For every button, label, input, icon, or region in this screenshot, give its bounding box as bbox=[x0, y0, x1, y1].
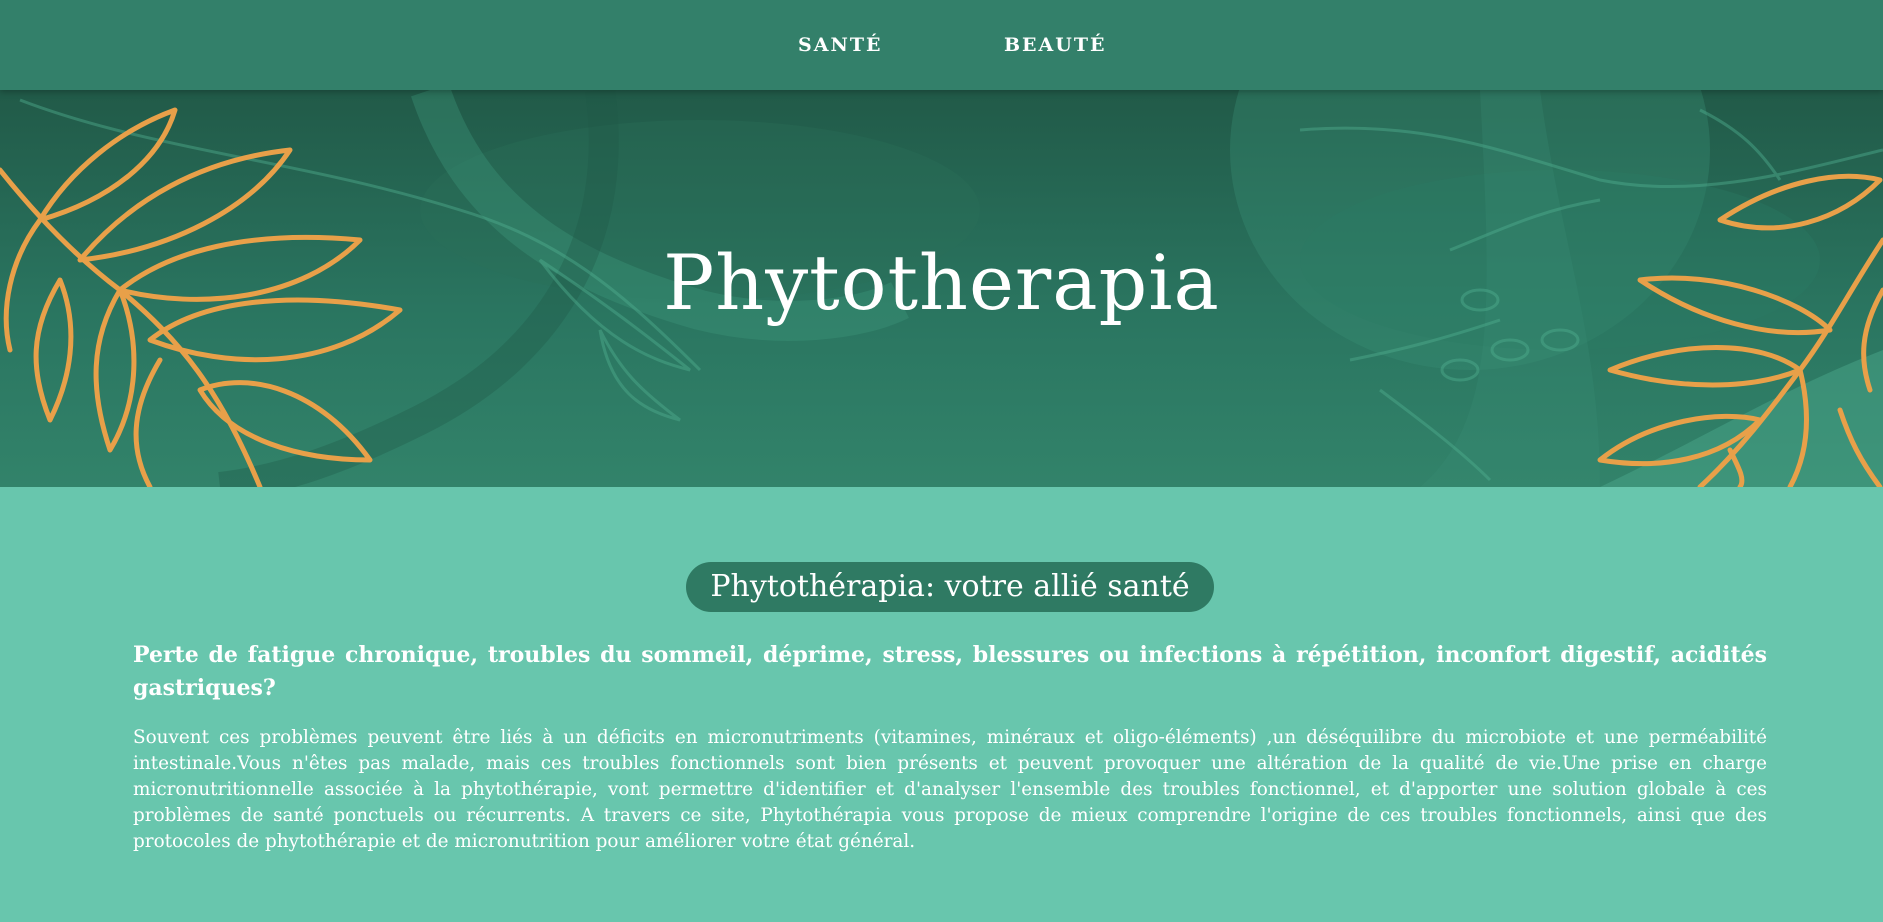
body-paragraph: Souvent ces problèmes peuvent être liés … bbox=[133, 727, 1767, 852]
lead-paragraph: Perte de fatigue chronique, troubles du … bbox=[133, 642, 1767, 701]
hero-title: Phytotherapia bbox=[663, 238, 1220, 327]
nav-link-beaute[interactable]: BEAUTÉ bbox=[1004, 34, 1106, 56]
top-navbar: SANTÉ BEAUTÉ bbox=[0, 0, 1883, 90]
section-title-pill: Phytothérapia: votre allié santé bbox=[686, 562, 1214, 612]
hero-banner: Phytotherapia bbox=[0, 90, 1883, 487]
main-content: Phytothérapia: votre allié santé Perte d… bbox=[0, 487, 1883, 922]
nav-link-sante[interactable]: SANTÉ bbox=[798, 34, 882, 56]
